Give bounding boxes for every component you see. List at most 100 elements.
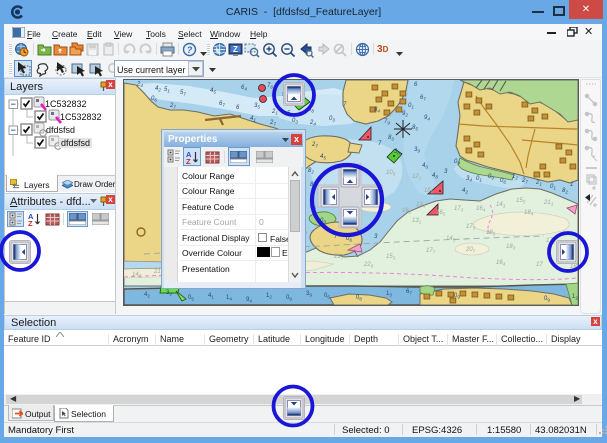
svg-text:173: 173 [454, 206, 464, 213]
svg-text:94: 94 [246, 297, 252, 304]
svg-text:67: 67 [219, 101, 225, 108]
svg-text:226: 226 [363, 262, 374, 269]
svg-text:164: 164 [496, 260, 506, 267]
svg-text:164: 164 [476, 206, 486, 213]
svg-text:67: 67 [406, 289, 412, 296]
svg-text:134: 134 [416, 202, 426, 209]
svg-text:51: 51 [282, 92, 288, 99]
svg-text:Z: Z [28, 219, 33, 227]
svg-text:21: 21 [271, 109, 278, 116]
svg-text:35: 35 [254, 103, 260, 110]
svg-text:09: 09 [286, 295, 292, 302]
svg-text:207: 207 [465, 247, 476, 254]
svg-text:1: 1 [570, 182, 573, 188]
svg-text:01: 01 [408, 103, 414, 110]
svg-text:08: 08 [356, 295, 362, 302]
svg-text:177: 177 [426, 248, 436, 255]
svg-text:3: 3 [374, 234, 378, 240]
svg-text:39: 39 [166, 290, 172, 297]
svg-text:24: 24 [309, 120, 316, 127]
svg-text:85: 85 [310, 182, 316, 189]
svg-text:48: 48 [432, 173, 438, 180]
svg-text:153: 153 [386, 254, 396, 261]
svg-text:175: 175 [466, 224, 476, 231]
svg-text:57: 57 [287, 111, 293, 118]
svg-text:45: 45 [320, 154, 326, 161]
svg-text:39: 39 [306, 291, 312, 298]
svg-text:?: ? [187, 45, 193, 55]
svg-text:85: 85 [412, 125, 418, 132]
svg-text:03: 03 [292, 118, 298, 125]
svg-text:27: 27 [521, 178, 528, 185]
svg-text:17: 17 [536, 262, 543, 268]
svg-text:24: 24 [136, 82, 143, 89]
svg-text:76: 76 [267, 83, 273, 90]
svg-text:09: 09 [454, 293, 460, 300]
svg-text:06: 06 [500, 178, 506, 185]
svg-text:84: 84 [374, 107, 380, 114]
svg-text:21: 21 [535, 180, 542, 187]
svg-text:48: 48 [308, 107, 314, 114]
svg-text:165: 165 [436, 210, 446, 217]
svg-text:38: 38 [394, 149, 400, 156]
svg-text:41: 41 [208, 293, 214, 300]
svg-text:09: 09 [320, 218, 326, 225]
svg-text:42: 42 [144, 292, 150, 299]
svg-text:79: 79 [384, 119, 390, 126]
svg-text:27: 27 [169, 103, 176, 110]
svg-text:27: 27 [311, 142, 318, 149]
svg-text:145: 145 [446, 236, 456, 243]
svg-text:45: 45 [320, 196, 326, 203]
svg-text:94: 94 [424, 115, 430, 122]
svg-text:185: 185 [486, 230, 496, 237]
svg-text:Z: Z [233, 45, 238, 54]
svg-text:162: 162 [402, 208, 412, 215]
svg-text:09: 09 [488, 174, 494, 181]
svg-text:57: 57 [180, 90, 186, 97]
svg-text:14: 14 [226, 295, 232, 302]
svg-text:Z: Z [186, 157, 191, 165]
svg-text:09: 09 [544, 296, 550, 303]
svg-text:51: 51 [164, 87, 170, 94]
svg-text:82: 82 [308, 168, 314, 175]
svg-text:131: 131 [412, 218, 422, 225]
svg-text:18: 18 [294, 89, 300, 96]
svg-text:27: 27 [269, 120, 276, 127]
svg-text:145: 145 [132, 272, 142, 279]
svg-text:12: 12 [572, 294, 578, 301]
svg-text:13: 13 [386, 291, 392, 298]
svg-text:217: 217 [333, 254, 344, 261]
svg-text:06: 06 [346, 236, 352, 243]
svg-text:45: 45 [210, 88, 216, 95]
svg-text:41: 41 [250, 116, 256, 123]
svg-text:01: 01 [476, 176, 482, 183]
svg-text:09: 09 [454, 159, 460, 166]
svg-text:108: 108 [386, 170, 396, 177]
svg-text:06: 06 [324, 293, 330, 300]
svg-text:39: 39 [414, 147, 420, 154]
svg-text:34: 34 [466, 176, 472, 183]
svg-text:01: 01 [550, 184, 556, 191]
svg-text:42: 42 [462, 188, 468, 195]
svg-text:06: 06 [310, 204, 316, 211]
svg-text:163: 163 [566, 250, 576, 257]
svg-text:21: 21 [153, 269, 161, 275]
svg-text:05: 05 [188, 295, 194, 302]
svg-text:12: 12 [512, 174, 518, 181]
svg-text:12: 12 [266, 293, 272, 300]
svg-text:172: 172 [546, 238, 556, 245]
svg-text:158: 158 [424, 188, 434, 195]
svg-text:183: 183 [506, 244, 516, 251]
svg-text:3: 3 [444, 169, 448, 175]
svg-text:155: 155 [516, 198, 526, 205]
svg-text:42: 42 [155, 86, 161, 93]
svg-text:83: 83 [388, 135, 394, 142]
svg-text:46: 46 [422, 163, 428, 170]
svg-text:03: 03 [329, 116, 335, 123]
svg-text:121: 121 [412, 174, 422, 181]
svg-text:06: 06 [151, 96, 157, 103]
svg-text:67: 67 [420, 95, 426, 102]
svg-text:82: 82 [562, 188, 568, 195]
svg-text:64: 64 [241, 85, 247, 92]
svg-text:213: 213 [543, 200, 554, 207]
